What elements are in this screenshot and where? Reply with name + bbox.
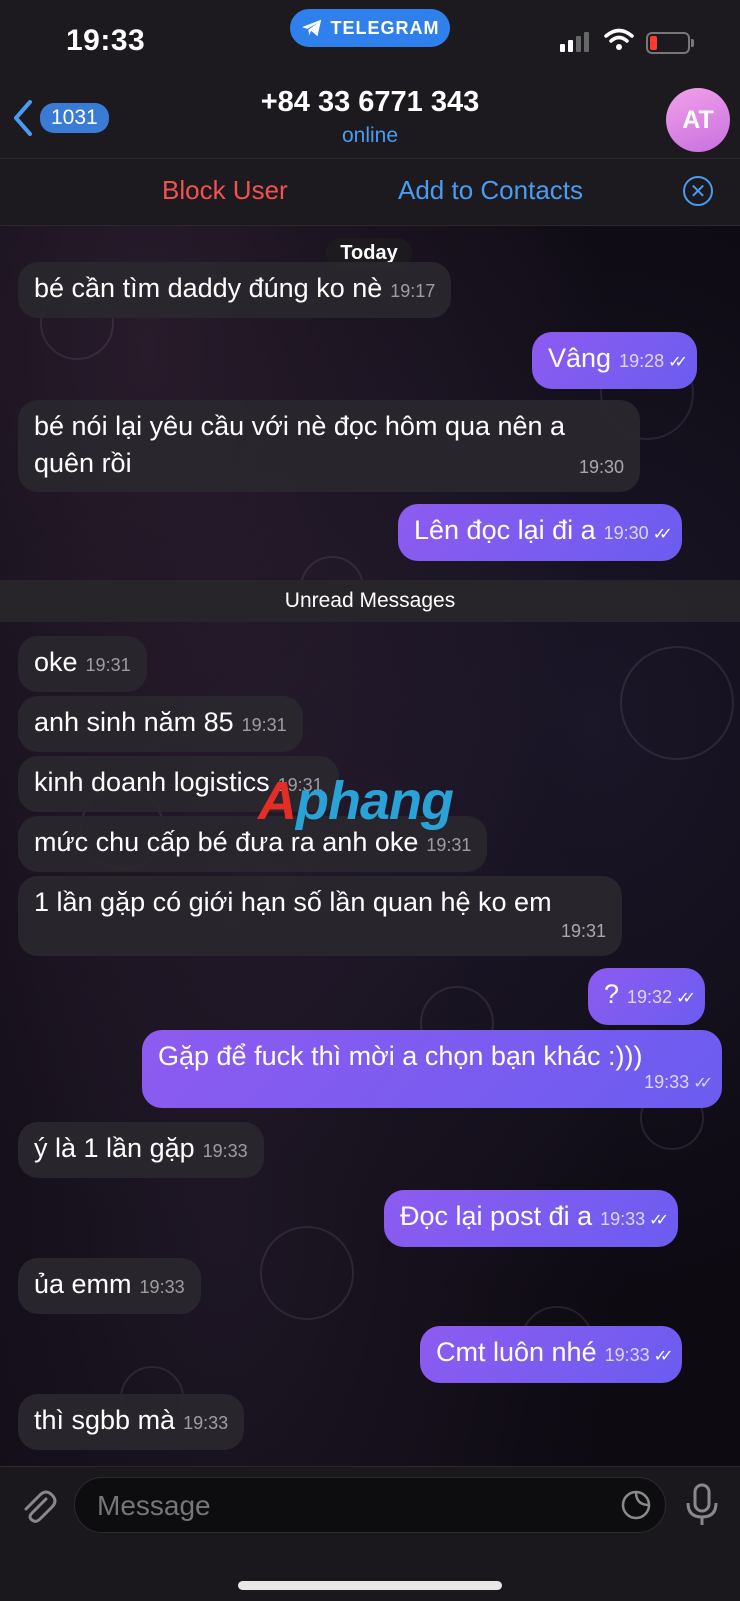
message-text: Cmt luôn nhé <box>436 1337 597 1367</box>
message-time: 19:33 <box>202 1141 248 1161</box>
message-composer <box>0 1466 740 1601</box>
message-time: 19:33 <box>139 1277 185 1297</box>
message-text: Gặp để fuck thì mời a chọn bạn khác :))) <box>158 1041 643 1071</box>
telegram-icon <box>301 19 321 37</box>
message-text: anh sinh năm 85 <box>34 707 234 737</box>
battery-icon <box>646 32 694 54</box>
message-time: 19:33 ✓✓ <box>644 1072 713 1092</box>
close-icon[interactable]: ✕ <box>683 176 713 206</box>
watermark-logo: Aphang <box>258 771 454 831</box>
message-text: ủa emm <box>34 1269 132 1299</box>
double-check-icon: ✓✓ <box>652 526 673 543</box>
message-time: 19:30 <box>578 457 624 477</box>
message-time: 19:31 <box>426 835 472 855</box>
signal-icon <box>560 32 589 52</box>
message-bubble[interactable]: Lên đọc lại đi a 19:30 ✓✓ <box>398 504 682 561</box>
wifi-icon <box>604 28 634 50</box>
add-to-contacts-button[interactable]: Add to Contacts <box>398 175 583 206</box>
message-time: 19:33 <box>604 1345 650 1365</box>
message-bubble[interactable]: thì sgbb mà 19:33 <box>18 1394 245 1450</box>
message-bubble[interactable]: ý là 1 lần gặp 19:33 <box>18 1122 264 1178</box>
message-text: kinh doanh logistics <box>34 767 270 797</box>
message-text: bé nói lại yêu cầu với nè đọc hôm qua nê… <box>34 411 566 478</box>
chat-title[interactable]: +84 33 6771 343 <box>0 86 740 119</box>
block-user-button[interactable]: Block User <box>162 175 288 206</box>
message-bubble[interactable]: Đọc lại post đi a 19:33 ✓✓ <box>384 1190 678 1247</box>
message-time: 19:31 <box>241 715 287 735</box>
chat-header: 1031 +84 33 6771 343 online AT <box>0 80 740 159</box>
message-text: Đọc lại post đi a <box>400 1201 593 1231</box>
message-time: 19:17 <box>390 281 436 301</box>
message-text: oke <box>34 647 78 677</box>
message-text: bé cần tìm daddy đúng ko nè <box>34 273 383 303</box>
message-time: 19:33 <box>183 1413 229 1433</box>
double-check-icon: ✓✓ <box>668 354 688 371</box>
message-bubble[interactable]: bé nói lại yêu cầu với nè đọc hôm qua nê… <box>18 400 640 492</box>
message-bubble[interactable]: oke 19:31 <box>18 636 147 692</box>
telegram-pill-label: TELEGRAM <box>330 17 440 38</box>
double-check-icon: ✓✓ <box>693 1075 713 1092</box>
status-time: 19:33 <box>66 24 146 57</box>
message-bubble[interactable]: ? 19:32 ✓✓ <box>588 968 705 1025</box>
paperclip-icon[interactable] <box>18 1487 58 1527</box>
unread-messages-divider: Unread Messages <box>0 580 740 622</box>
home-indicator[interactable] <box>238 1581 502 1590</box>
message-time: 19:28 <box>619 351 665 371</box>
avatar[interactable]: AT <box>666 88 730 152</box>
chat-status: online <box>341 124 399 147</box>
message-bubble[interactable]: ủa emm 19:33 <box>18 1258 201 1314</box>
message-time: 19:30 <box>603 523 649 543</box>
message-time: 19:31 <box>85 655 131 675</box>
double-check-icon: ✓✓ <box>653 1348 674 1365</box>
sticker-icon[interactable] <box>620 1489 652 1521</box>
message-text: ? <box>604 979 620 1009</box>
double-check-icon: ✓✓ <box>649 1212 669 1229</box>
message-bubble[interactable]: Cmt luôn nhé 19:33 ✓✓ <box>420 1326 683 1383</box>
telegram-pill[interactable]: TELEGRAM <box>290 9 450 47</box>
message-bubble[interactable]: 1 lần gặp có giới hạn số lần quan hệ ko … <box>18 876 622 956</box>
message-time: 19:32 <box>627 987 673 1007</box>
message-text: 1 lần gặp có giới hạn số lần quan hệ ko … <box>34 887 552 917</box>
status-bar: 19:33 TELEGRAM <box>0 0 740 80</box>
message-input[interactable] <box>95 1478 579 1534</box>
contact-action-bar: Block User Add to Contacts ✕ <box>0 159 740 226</box>
message-bubble[interactable]: bé cần tìm daddy đúng ko nè 19:17 <box>18 262 452 318</box>
microphone-icon[interactable] <box>684 1483 720 1527</box>
message-text: thì sgbb mà <box>34 1405 176 1435</box>
message-text: Lên đọc lại đi a <box>414 515 596 545</box>
message-bubble[interactable]: anh sinh năm 85 19:31 <box>18 696 303 752</box>
message-text: Vâng <box>548 343 612 373</box>
double-check-icon: ✓✓ <box>676 990 696 1007</box>
message-bubble[interactable]: Gặp để fuck thì mời a chọn bạn khác :)))… <box>142 1030 722 1108</box>
message-time: 19:33 <box>600 1209 646 1229</box>
message-time: 19:31 <box>560 921 606 941</box>
message-input-field[interactable] <box>74 1477 666 1534</box>
message-bubble[interactable]: Vâng 19:28 ✓✓ <box>532 332 697 389</box>
message-text: ý là 1 lần gặp <box>34 1133 195 1163</box>
